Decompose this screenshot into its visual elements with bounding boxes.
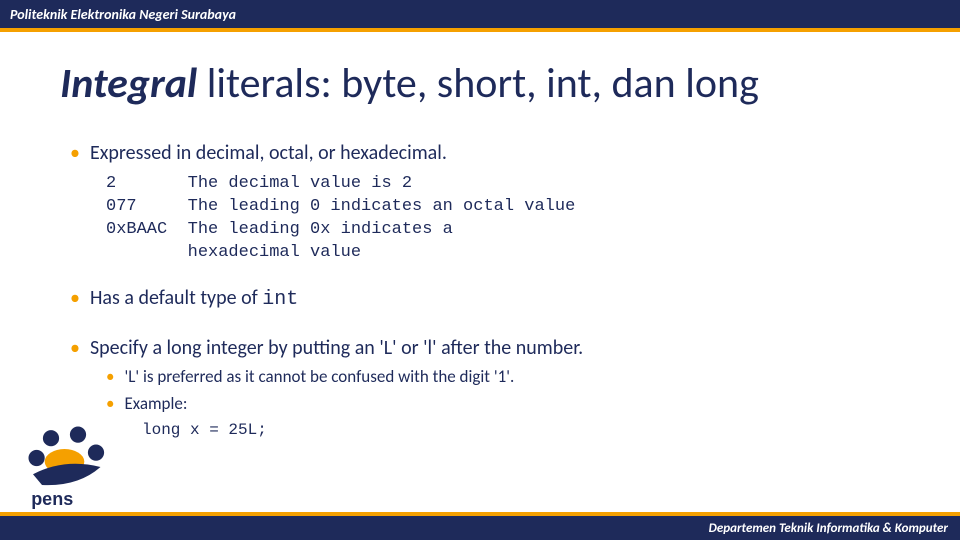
bullet-3b: • Example: [106,393,900,416]
slide-title: Integral literals: byte, short, int, dan… [60,58,920,109]
logo-text: pens [31,489,73,509]
department-name: Departemen Teknik Informatika & Komputer [709,521,948,536]
bullet-2-code: int [262,288,298,311]
header-accent [0,28,960,32]
header-bar: Politeknik Elektronika Negeri Surabaya [0,0,960,28]
bullet-3a: • 'L' is preferred as it cannot be confu… [106,366,900,389]
pens-logo: pens [14,422,124,512]
bullet-icon: • [106,366,114,389]
bullet-1-text: Expressed in decimal, octal, or hexadeci… [90,140,447,167]
spacer [70,317,900,335]
title-rest: literals: byte, short, int, dan long [197,58,759,109]
bullet-2: • Has a default type of int [70,285,900,313]
institution-name: Politeknik Elektronika Negeri Surabaya [10,6,236,23]
bullet-1: • Expressed in decimal, octal, or hexade… [70,140,900,167]
bullet-3-text: Specify a long integer by putting an 'L'… [90,335,583,362]
bullet-icon: • [106,393,114,416]
code-block-2: long x = 25L; [142,420,900,442]
bullet-icon: • [70,285,80,313]
bullet-icon: • [70,335,80,362]
bullet-3a-text: 'L' is preferred as it cannot be confuse… [124,366,514,389]
logo-icon: pens [14,422,124,512]
title-emphasis: Integral [60,58,197,109]
bullet-3: • Specify a long integer by putting an '… [70,335,900,362]
bullet-2-text: Has a default type of int [90,285,298,313]
bullet-2-pre: Has a default type of [90,286,262,310]
code-block-1: 2 The decimal value is 2 077 The leading… [106,173,900,265]
slide-body: • Expressed in decimal, octal, or hexade… [70,140,900,441]
bullet-icon: • [70,140,80,167]
bullet-3b-text: Example: [124,393,187,416]
footer-bar: Departemen Teknik Informatika & Komputer [0,516,960,540]
slide: Politeknik Elektronika Negeri Surabaya I… [0,0,960,540]
